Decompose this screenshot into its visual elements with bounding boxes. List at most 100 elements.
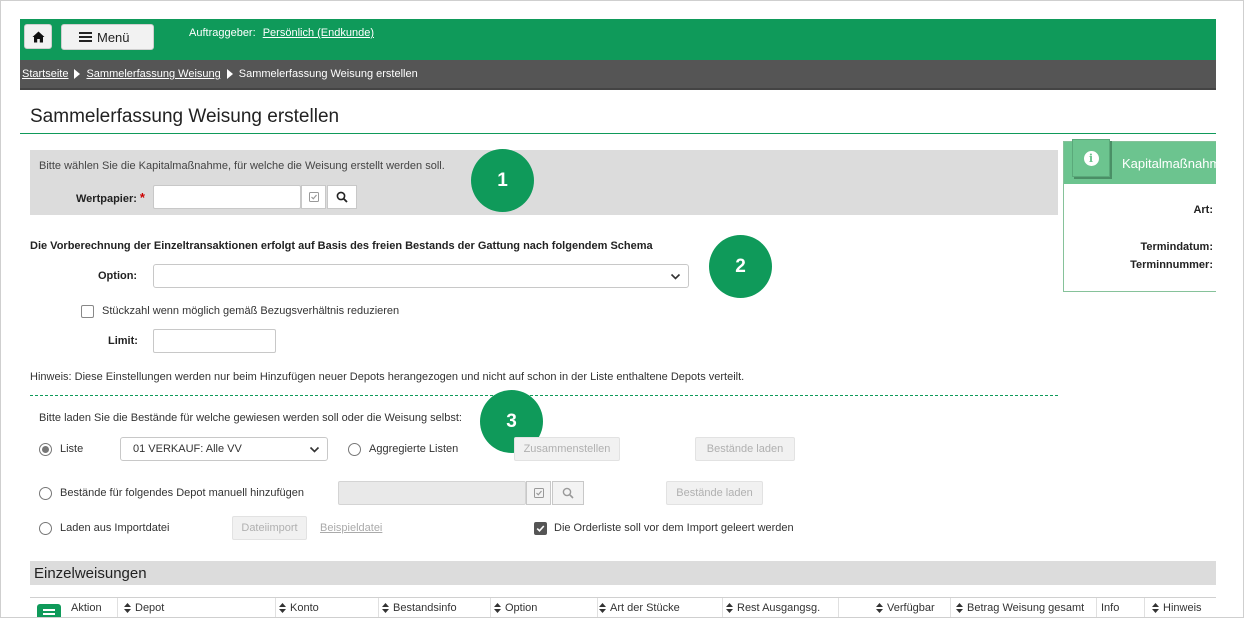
breadcrumb-separator-icon — [74, 69, 81, 79]
breadcrumb-separator-icon — [226, 69, 233, 79]
column-bestandsinfo[interactable]: Bestandsinfo — [382, 602, 457, 614]
column-divider — [1144, 598, 1145, 617]
bestaende-laden-button-depot[interactable]: Bestände laden — [666, 481, 763, 505]
column-hinweis-label: Hinweis — [1163, 602, 1202, 614]
info-icon: i — [1083, 150, 1099, 166]
sort-icon — [279, 603, 286, 613]
section2-hint: Hinweis: Diese Einstellungen werden nur … — [30, 371, 745, 383]
panel-field-termindatum: Termindatum: — [1140, 241, 1213, 253]
auftraggeber-link[interactable]: Persönlich (Endkunde) — [263, 27, 374, 39]
breadcrumb-startseite[interactable]: Startseite — [22, 68, 68, 80]
column-hinweis[interactable]: Hinweis — [1152, 602, 1202, 614]
page-title: Sammelerfassung Weisung erstellen — [30, 106, 340, 127]
liste-select-value: 01 VERKAUF: Alle VV — [133, 443, 242, 455]
column-verfuegbar[interactable]: Verfügbar — [876, 602, 935, 614]
liste-select[interactable]: 01 VERKAUF: Alle VV — [120, 437, 328, 461]
kapitalmassnahme-panel: i Kapitalmaßnahme Art: Termindatum: Term… — [1063, 139, 1216, 292]
column-option[interactable]: Option — [494, 602, 537, 614]
top-bar: Menü Auftraggeber: Persönlich (Endkunde) — [20, 19, 1216, 60]
option-label: Option: — [98, 270, 138, 282]
required-mark: * — [139, 190, 145, 205]
column-konto[interactable]: Konto — [279, 602, 319, 614]
wertpapier-select-button[interactable] — [301, 185, 326, 209]
bestaende-laden-button-liste[interactable]: Bestände laden — [695, 437, 795, 461]
depot-input[interactable] — [338, 481, 526, 505]
column-art-der-stuecke-label: Art der Stücke — [610, 602, 680, 614]
breadcrumb-current: Sammelerfassung Weisung erstellen — [238, 68, 418, 80]
sort-icon — [956, 603, 963, 613]
sort-icon — [494, 603, 501, 613]
section1-instruction: Bitte wählen Sie die Kapitalmaßnahme, fü… — [39, 160, 445, 172]
radio-depot-manuell[interactable] — [39, 487, 52, 500]
column-betrag-weisung-gesamt-label: Betrag Weisung gesamt — [967, 602, 1085, 614]
auftraggeber-label: Auftraggeber: — [189, 27, 256, 39]
column-rest-ausgangsg[interactable]: Rest Ausgangsg. — [726, 602, 820, 614]
search-icon — [562, 487, 574, 499]
column-bestandsinfo-label: Bestandsinfo — [393, 602, 457, 614]
column-divider — [275, 598, 276, 617]
panel-field-terminnummer: Terminnummer: — [1130, 259, 1213, 271]
option-select[interactable] — [153, 264, 689, 288]
column-divider — [490, 598, 491, 617]
menu-button[interactable]: Menü — [61, 24, 154, 50]
column-divider — [950, 598, 951, 617]
clipboard-check-icon — [533, 488, 544, 498]
hamburger-menu-icon — [79, 32, 92, 42]
depot-search-button[interactable] — [552, 481, 584, 505]
column-divider — [117, 598, 118, 617]
column-divider — [722, 598, 723, 617]
limit-label: Limit: — [108, 335, 138, 347]
limit-input[interactable] — [153, 329, 276, 353]
depot-select-button[interactable] — [526, 481, 551, 505]
app-window: Menü Auftraggeber: Persönlich (Endkunde)… — [20, 19, 1216, 617]
sort-icon — [876, 603, 883, 613]
einzelweisungen-header: Einzelweisungen — [30, 561, 1216, 585]
menu-label: Menü — [97, 29, 130, 45]
column-divider — [378, 598, 379, 617]
column-divider — [838, 598, 839, 617]
column-divider — [1096, 598, 1097, 617]
clipboard-check-icon — [308, 192, 319, 202]
column-verfuegbar-label: Verfügbar — [887, 602, 935, 614]
einzelweisungen-table-header: Aktion Depot Konto Bestandsinfo Option A… — [30, 597, 1216, 617]
zusammenstellen-button[interactable]: Zusammenstellen — [514, 437, 620, 461]
column-rest-ausgangsg-label: Rest Ausgangsg. — [737, 602, 821, 614]
radio-liste-label: Liste — [60, 443, 84, 455]
wertpapier-input[interactable] — [153, 185, 301, 209]
sort-icon — [382, 603, 389, 613]
panel-title: Kapitalmaßnahme — [1122, 156, 1216, 171]
chevron-down-icon — [309, 446, 320, 453]
column-art-der-stuecke[interactable]: Art der Stücke — [599, 602, 680, 614]
sort-icon — [726, 603, 733, 613]
column-divider — [597, 598, 598, 617]
einzelweisungen-title: Einzelweisungen — [34, 564, 147, 582]
section2-title: Die Vorberechnung der Einzeltransaktione… — [30, 240, 653, 252]
sort-icon — [124, 603, 131, 613]
screenshot-frame: Menü Auftraggeber: Persönlich (Endkunde)… — [0, 0, 1244, 618]
column-aktion-label: Aktion — [71, 602, 102, 614]
home-button[interactable] — [24, 24, 52, 49]
radio-importdatei[interactable] — [39, 522, 52, 535]
column-option-label: Option — [505, 602, 538, 614]
table-menu-button[interactable] — [37, 604, 61, 617]
column-depot[interactable]: Depot — [124, 602, 164, 614]
wertpapier-search-button[interactable] — [327, 185, 357, 209]
wertpapier-label: Wertpapier: * — [76, 190, 145, 205]
section3-instruction: Bitte laden Sie die Bestände für welche … — [39, 412, 462, 424]
column-betrag-weisung-gesamt[interactable]: Betrag Weisung gesamt — [956, 602, 1084, 614]
reduce-checkbox[interactable] — [81, 305, 94, 318]
radio-importdatei-label: Laden aus Importdatei — [60, 522, 170, 534]
column-info-label: Info — [1101, 602, 1120, 614]
radio-liste[interactable] — [39, 443, 52, 456]
radio-aggregiert[interactable] — [348, 443, 361, 456]
breadcrumb-sammelerfassung[interactable]: Sammelerfassung Weisung — [86, 68, 220, 80]
home-icon — [32, 31, 44, 42]
dateiimport-button[interactable]: Dateiimport — [232, 516, 307, 540]
reduce-checkbox-label: Stückzahl wenn möglich gemäß Bezugsverhä… — [102, 305, 400, 317]
orderliste-checkbox[interactable] — [534, 522, 547, 535]
panel-info-tab: i — [1072, 139, 1110, 177]
column-info: Info — [1101, 602, 1119, 614]
beispieldatei-link[interactable]: Beispieldatei — [320, 522, 382, 534]
radio-depot-manuell-label: Bestände für folgendes Depot manuell hin… — [60, 487, 305, 499]
auftraggeber: Auftraggeber: Persönlich (Endkunde) — [189, 27, 374, 39]
